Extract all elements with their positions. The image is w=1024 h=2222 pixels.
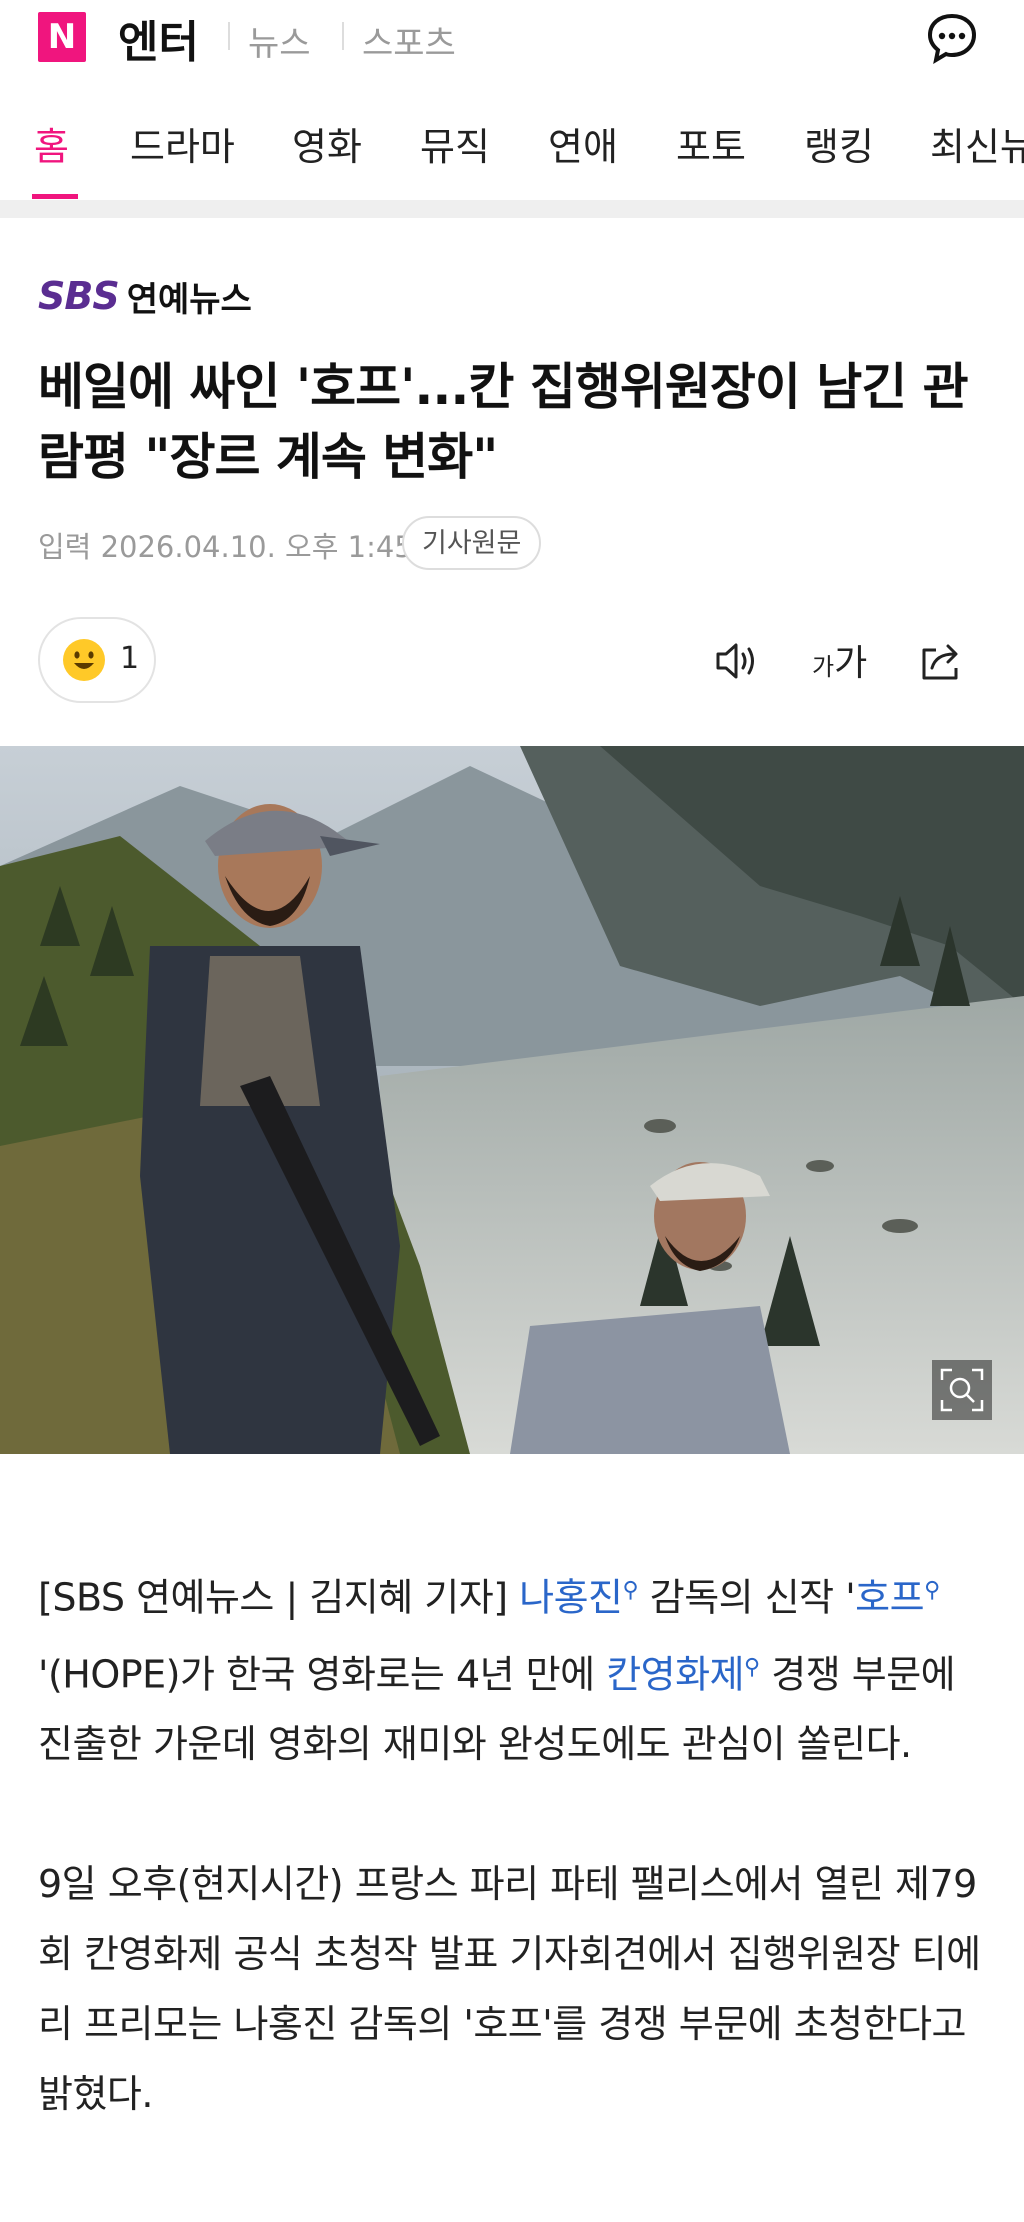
section-divider — [0, 200, 1024, 218]
top-bar: N 엔터 뉴스 스포츠 — [0, 0, 1024, 76]
keyword-link-director[interactable]: 나홍진 — [519, 1576, 623, 1620]
photo-zoom-button[interactable] — [932, 1360, 992, 1420]
tab-drama[interactable]: 드라마 — [130, 116, 235, 171]
divider — [342, 22, 344, 50]
nav-news[interactable]: 뉴스 — [248, 16, 311, 65]
chat-bubble-icon[interactable] — [924, 10, 980, 66]
active-tab-indicator — [32, 194, 78, 199]
movie-still-image — [0, 746, 1024, 1454]
category-tabs: 홈 드라마 영화 뮤직 연애 포토 랭킹 최신뉴 — [0, 100, 1024, 200]
tab-movie[interactable]: 영화 — [292, 116, 362, 171]
paragraph: [SBS 연예뉴스 | 김지혜 기자] 나홍진⚲ 감독의 신작 '호프⚲ '(H… — [38, 1575, 956, 1767]
tab-romance[interactable]: 연애 — [548, 116, 618, 171]
keyword-link-movie[interactable]: 호프 — [855, 1576, 924, 1620]
tab-ranking[interactable]: 랭킹 — [804, 116, 874, 171]
smiley-icon — [63, 639, 105, 681]
press-name: 연예뉴스 — [126, 279, 252, 320]
reaction-count: 1 — [120, 641, 140, 676]
brand-title[interactable]: 엔터 — [118, 6, 199, 70]
tab-home[interactable]: 홈 — [34, 116, 69, 171]
magnifier-icon: ⚲ — [744, 1654, 760, 1680]
article-headline: 베일에 싸인 '호프'...칸 집행위원장이 남긴 관람평 "장르 계속 변화" — [38, 358, 969, 486]
press-logo[interactable]: SBS 연예뉴스 — [38, 274, 252, 320]
article-date: 입력 2026.04.10. 오후 1:45 — [38, 530, 413, 564]
article-photo[interactable] — [0, 746, 1024, 1454]
press-sbs-mark: SBS — [38, 274, 120, 318]
paragraph: 9일 오후(현지시간) 프랑스 파리 파테 팰리스에서 열린 제79회 칸영화제… — [38, 1862, 981, 2117]
tab-latest[interactable]: 최신뉴 — [930, 116, 1024, 171]
tab-music[interactable]: 뮤직 — [420, 116, 490, 171]
font-size-icon[interactable]: 가가 — [812, 634, 867, 686]
original-article-button[interactable]: 기사원문 — [402, 516, 542, 570]
magnifier-icon: ⚲ — [924, 1578, 940, 1603]
magnifier-icon: ⚲ — [622, 1578, 639, 1603]
nav-sports[interactable]: 스포츠 — [362, 16, 456, 65]
share-icon[interactable] — [916, 636, 966, 686]
zoom-search-icon — [940, 1368, 984, 1412]
divider — [228, 22, 230, 50]
tab-photo[interactable]: 포토 — [676, 116, 746, 171]
keyword-link-festival[interactable]: 칸영화제 — [606, 1652, 744, 1696]
naver-logo[interactable]: N — [38, 12, 86, 62]
reaction-button[interactable]: 1 — [38, 617, 156, 703]
article-body: [SBS 연예뉴스 | 김지혜 기자] 나홍진⚲ 감독의 신작 '호프⚲ '(H… — [38, 1556, 998, 2129]
speaker-icon[interactable] — [712, 636, 762, 686]
